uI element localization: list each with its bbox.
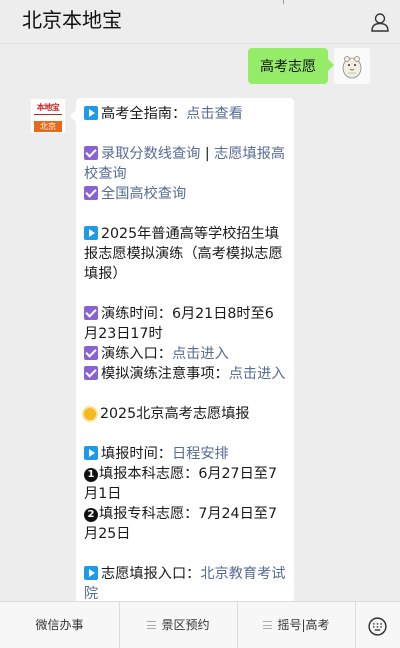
practice-notes-line: 模拟演练注意事项：点击进入 (84, 364, 286, 384)
menu-lottery-exam[interactable]: 摇号|高考 (238, 602, 355, 648)
vocational-line: 2 填报专科志愿：7月24日至7月25日 (84, 504, 286, 544)
avatar-divider (34, 114, 62, 115)
bot-message-bubble: 高考全指南：点击查看 录取分数线查询 | 志愿填报高校查询 全国高校查询 202… (70, 98, 294, 601)
menu-lottery-exam-label: 摇号|高考 (277, 618, 330, 632)
menu-list-icon (147, 621, 157, 629)
section-title: 2025北京高考志愿填报 (100, 406, 250, 422)
menu-list-icon (263, 621, 273, 629)
checkbox-icon (84, 146, 98, 160)
fill-time-label: 填报时间： (101, 446, 172, 462)
simulation-title: 2025年普通高等学校招生填报志愿模拟演练（高考模拟志愿填报） (84, 226, 283, 282)
practice-entry-link[interactable]: 点击进入 (172, 346, 229, 362)
play-icon (84, 566, 98, 580)
play-icon (84, 446, 98, 460)
keyboard-icon[interactable] (368, 617, 387, 636)
undergrad-date: 填报本科志愿：6月27日至7月1日 (84, 466, 277, 502)
practice-notes-link[interactable]: 点击进入 (229, 366, 286, 382)
sun-icon (84, 408, 96, 420)
checkbox-icon (84, 186, 98, 200)
person-icon[interactable] (370, 12, 390, 32)
top-bar: 北京本地宝 (0, 0, 400, 44)
play-icon (84, 106, 98, 120)
link-separator: | (200, 146, 215, 162)
number-one-icon: 1 (84, 468, 98, 482)
menu-wechat-services-label: 微信办事 (35, 618, 84, 632)
menu-wechat-services[interactable]: 微信办事 (0, 602, 119, 648)
checkbox-icon (84, 346, 98, 360)
fill-time-line: 填报时间：日程安排 (84, 444, 286, 464)
user-avatar[interactable] (334, 48, 370, 84)
guide-line: 高考全指南：点击查看 (84, 104, 286, 124)
avatar-brand-text: 本地宝 (36, 103, 60, 112)
bottom-menu-bar: 微信办事 景区预约 摇号|高考 (0, 601, 400, 648)
vocational-date: 填报专科志愿：7月24日至7月25日 (84, 506, 277, 542)
number-two-icon: 2 (84, 508, 98, 522)
bot-avatar[interactable]: 本地宝 北京 (30, 98, 66, 134)
practice-time: 演练时间：6月21日8时至6月23日17时 (84, 306, 274, 342)
section-title-line: 2025北京高考志愿填报 (84, 404, 286, 424)
practice-time-line: 演练时间：6月21日8时至6月23日17时 (84, 304, 286, 344)
entry-label: 志愿填报入口： (101, 566, 201, 582)
practice-entry-label: 演练入口： (101, 346, 172, 362)
menu-scenic-reservation-label: 景区预约 (161, 618, 210, 632)
simulation-title-line: 2025年普通高等学校招生填报志愿模拟演练（高考模拟志愿填报） (84, 224, 286, 284)
header-divider (283, 0, 284, 4)
user-message-bubble: 高考志愿 (248, 48, 334, 84)
menu-scenic-reservation[interactable]: 景区预约 (120, 602, 237, 648)
avatar-city-text: 北京 (34, 121, 62, 132)
play-icon (84, 226, 98, 240)
hamster-avatar-icon (334, 48, 370, 84)
national-query-link[interactable]: 全国高校查询 (101, 186, 186, 202)
entry-line: 志愿填报入口：北京教育考试院 (84, 564, 286, 601)
undergrad-line: 1 填报本科志愿：6月27日至7月1日 (84, 464, 286, 504)
national-line: 全国高校查询 (84, 184, 286, 204)
checkbox-icon (84, 366, 98, 380)
score-line: 录取分数线查询 | 志愿填报高校查询 (84, 144, 286, 184)
guide-label: 高考全指南： (101, 106, 187, 122)
checkbox-icon (84, 306, 98, 320)
practice-entry-line: 演练入口：点击进入 (84, 344, 286, 364)
guide-link[interactable]: 点击查看 (186, 106, 243, 122)
menu-divider (355, 602, 356, 648)
page-title: 北京本地宝 (22, 8, 122, 32)
score-query-link[interactable]: 录取分数线查询 (101, 146, 200, 162)
practice-notes-label: 模拟演练注意事项： (101, 366, 229, 382)
chat-area[interactable]: 高考志愿 本地宝 北京 高考全指南：点击查看 录取分数线查询 | 志愿填报高校查… (0, 44, 400, 601)
user-message-text: 高考志愿 (260, 59, 316, 75)
schedule-link[interactable]: 日程安排 (172, 446, 229, 462)
